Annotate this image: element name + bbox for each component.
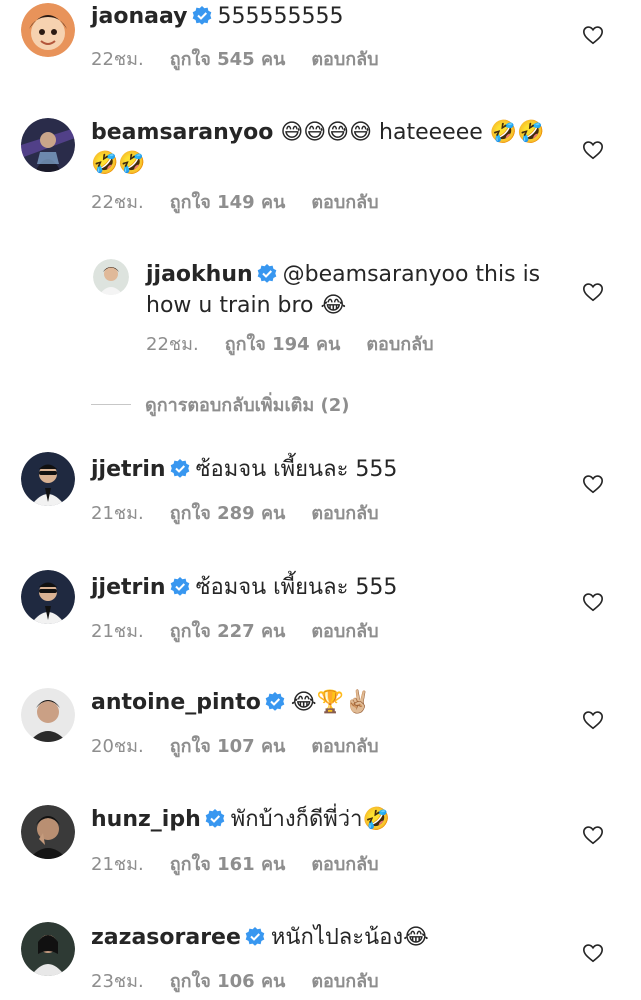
comment-body: hunz_iph พักบ้างก็ดีพี่ว่า🤣 — [91, 804, 571, 835]
comment-body: jjetrin ซ้อมจน เพี้ยนละ 555 — [91, 454, 571, 485]
comment-text: ซ้อมจน เพี้ยนละ 555 — [195, 575, 398, 600]
comment-meta: 21ชม. ถูกใจ 161 คน ตอบกลับ — [91, 849, 405, 878]
likes-count[interactable]: ถูกใจ 107 คน — [170, 736, 286, 757]
comment-body: antoine_pinto 😂🏆✌🏼 — [91, 687, 571, 718]
comment-time: 21ชม. — [91, 854, 144, 875]
reply-button[interactable]: ตอบกลับ — [311, 192, 378, 213]
comment-time: 21ชม. — [91, 503, 144, 524]
verified-badge-icon — [205, 809, 225, 829]
comment-text: พักบ้างก็ดีพี่ว่า🤣 — [230, 807, 390, 832]
heart-icon[interactable] — [582, 942, 604, 964]
avatar[interactable] — [21, 3, 75, 57]
likes-count[interactable]: ถูกใจ 545 คน — [170, 49, 286, 70]
likes-count[interactable]: ถูกใจ 149 คน — [170, 192, 286, 213]
verified-badge-icon — [170, 577, 190, 597]
verified-badge-icon — [192, 6, 212, 26]
comment-body: jaonaay 555555555 — [91, 1, 571, 32]
heart-icon[interactable] — [582, 591, 604, 613]
avatar[interactable] — [21, 922, 75, 976]
verified-badge-icon — [245, 927, 265, 947]
reply-button[interactable]: ตอบกลับ — [311, 971, 378, 992]
comment-text: หนักไปละน้อง😂 — [270, 925, 429, 950]
likes-count[interactable]: ถูกใจ 161 คน — [170, 854, 286, 875]
comment-body: beamsaranyoo 😅😅😅😅 hateeeee 🤣🤣🤣🤣 — [91, 117, 571, 179]
comment-text: 555555555 — [217, 4, 344, 29]
comment-meta: 20ชม. ถูกใจ 107 คน ตอบกลับ — [91, 731, 405, 760]
reply-button[interactable]: ตอบกลับ — [311, 503, 378, 524]
username[interactable]: zazasoraree — [91, 925, 241, 950]
username[interactable]: beamsaranyoo — [91, 120, 273, 145]
username[interactable]: jjetrin — [91, 575, 166, 600]
view-more-replies-button[interactable]: ดูการตอบกลับเพิ่มเติม (2) — [91, 391, 349, 417]
username[interactable]: jjetrin — [91, 457, 166, 482]
comment-time: 22ชม. — [91, 192, 144, 213]
comment-meta: 21ชม. ถูกใจ 227 คน ตอบกลับ — [91, 616, 405, 645]
comment-text: ซ้อมจน เพี้ยนละ 555 — [195, 457, 398, 482]
verified-badge-icon — [257, 264, 277, 284]
likes-count[interactable]: ถูกใจ 106 คน — [170, 971, 286, 992]
reply-button[interactable]: ตอบกลับ — [311, 854, 378, 875]
comment-meta: 21ชม. ถูกใจ 289 คน ตอบกลับ — [91, 498, 405, 527]
comment-time: 21ชม. — [91, 621, 144, 642]
verified-badge-icon — [170, 459, 190, 479]
avatar[interactable] — [21, 452, 75, 506]
reply-button[interactable]: ตอบกลับ — [311, 736, 378, 757]
comment-meta: 22ชม. ถูกใจ 149 คน ตอบกลับ — [91, 187, 405, 216]
comment-meta: 22ชม. ถูกใจ 194 คน ตอบกลับ — [146, 329, 460, 358]
verified-badge-icon — [265, 692, 285, 712]
heart-icon[interactable] — [582, 281, 604, 303]
avatar[interactable] — [93, 259, 129, 295]
divider — [91, 403, 131, 405]
comment-time: 20ชม. — [91, 736, 144, 757]
comment-time: 23ชม. — [91, 971, 144, 992]
heart-icon[interactable] — [582, 473, 604, 495]
comment-text: 😂🏆✌🏼 — [290, 690, 372, 715]
avatar[interactable] — [21, 118, 75, 172]
username[interactable]: hunz_iph — [91, 807, 201, 832]
likes-count[interactable]: ถูกใจ 194 คน — [225, 334, 341, 355]
view-more-replies-label: ดูการตอบกลับเพิ่มเติม (2) — [145, 394, 350, 416]
comment-time: 22ชม. — [91, 49, 144, 70]
heart-icon[interactable] — [582, 709, 604, 731]
username[interactable]: antoine_pinto — [91, 690, 261, 715]
reply-button[interactable]: ตอบกลับ — [311, 49, 378, 70]
heart-icon[interactable] — [582, 824, 604, 846]
reply-button[interactable]: ตอบกลับ — [311, 621, 378, 642]
likes-count[interactable]: ถูกใจ 227 คน — [170, 621, 286, 642]
comment-meta: 22ชม. ถูกใจ 545 คน ตอบกลับ — [91, 44, 405, 73]
heart-icon[interactable] — [582, 139, 604, 161]
comment-body: jjaokhun @beamsaranyoo this is how u trai… — [146, 259, 571, 321]
username[interactable]: jaonaay — [91, 4, 188, 29]
comment-meta: 23ชม. ถูกใจ 106 คน ตอบกลับ — [91, 966, 405, 995]
likes-count[interactable]: ถูกใจ 289 คน — [170, 503, 286, 524]
avatar[interactable] — [21, 805, 75, 859]
comment-body: zazasoraree หนักไปละน้อง😂 — [91, 922, 571, 953]
reply-button[interactable]: ตอบกลับ — [366, 334, 433, 355]
heart-icon[interactable] — [582, 24, 604, 46]
comment-time: 22ชม. — [146, 334, 199, 355]
avatar[interactable] — [21, 570, 75, 624]
avatar[interactable] — [21, 688, 75, 742]
comment-body: jjetrin ซ้อมจน เพี้ยนละ 555 — [91, 572, 571, 603]
username[interactable]: jjaokhun — [146, 262, 253, 287]
